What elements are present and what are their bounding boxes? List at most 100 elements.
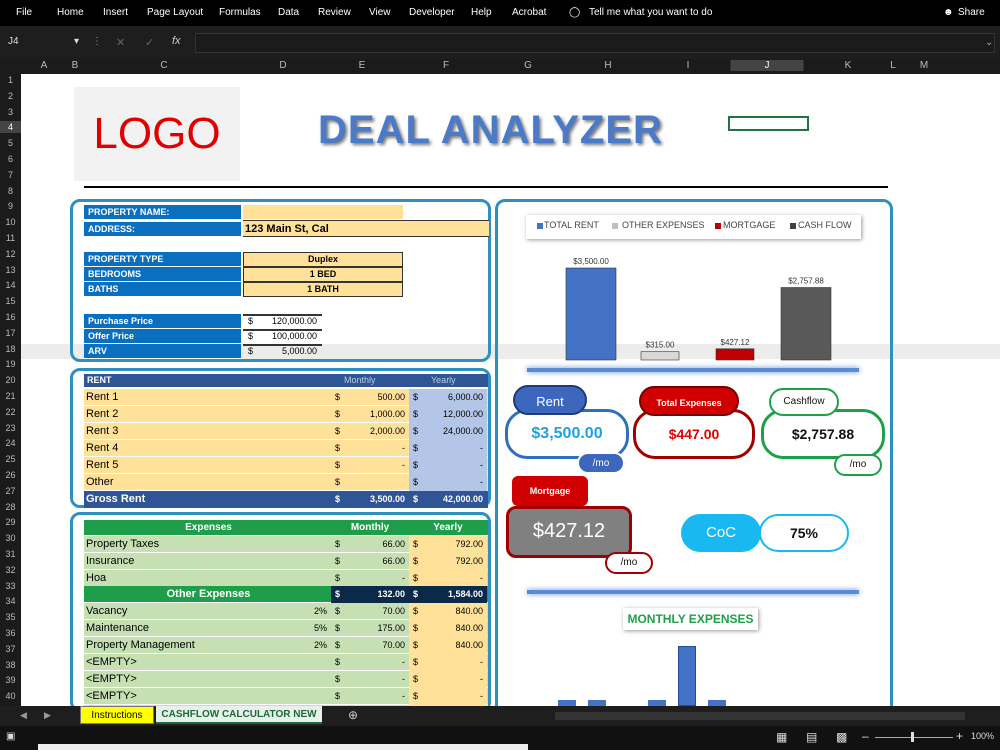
rent-row-label[interactable]: Rent 5 <box>84 457 331 474</box>
row-header[interactable]: 3 <box>0 106 21 118</box>
rent-row-label[interactable]: Rent 2 <box>84 406 331 423</box>
function-icon[interactable]: fx <box>172 35 181 47</box>
row-header[interactable]: 25 <box>0 453 21 465</box>
col-header[interactable]: A <box>41 60 48 71</box>
row-header[interactable]: 7 <box>0 169 21 181</box>
row-header[interactable]: 31 <box>0 548 21 560</box>
baths-input[interactable]: 1 BATH <box>243 282 403 297</box>
row-header[interactable]: 5 <box>0 137 21 149</box>
share-button[interactable]: Share <box>958 7 985 18</box>
row-header[interactable]: 33 <box>0 580 21 592</box>
menu-review[interactable]: Review <box>318 7 351 18</box>
expense-percent[interactable]: 2% <box>244 603 331 620</box>
expense-label[interactable]: Property Taxes <box>84 536 244 553</box>
menu-file[interactable]: File <box>16 7 32 18</box>
row-header[interactable]: 17 <box>0 327 21 339</box>
normal-view-icon[interactable]: ▦ <box>776 730 787 744</box>
expense-label[interactable]: Hoa <box>84 570 244 587</box>
row-header[interactable]: 15 <box>0 295 21 307</box>
expense-label[interactable]: <EMPTY> <box>84 654 244 671</box>
col-header[interactable]: F <box>443 60 449 71</box>
col-header[interactable]: E <box>359 60 366 71</box>
row-header[interactable]: 19 <box>0 358 21 370</box>
col-header[interactable]: M <box>920 60 928 71</box>
col-header[interactable]: L <box>890 60 896 71</box>
row-header[interactable]: 30 <box>0 532 21 544</box>
col-header[interactable]: G <box>524 60 532 71</box>
rent-monthly-cell[interactable]: $2,000.00 <box>331 423 409 440</box>
offer-price-input[interactable]: $100,000.00 <box>243 329 322 341</box>
row-header[interactable]: 16 <box>0 311 21 323</box>
horizontal-scrollbar[interactable] <box>555 712 965 720</box>
row-header[interactable]: 10 <box>0 216 21 228</box>
zoom-slider[interactable] <box>875 737 953 738</box>
page-layout-view-icon[interactable]: ▤ <box>806 730 817 744</box>
chevron-down-icon[interactable]: ▾ <box>74 36 79 47</box>
rent-row-label[interactable]: Rent 1 <box>84 389 331 406</box>
expense-label[interactable]: Maintenance <box>84 620 244 637</box>
row-header[interactable]: 2 <box>0 90 21 102</box>
col-header[interactable]: H <box>604 60 611 71</box>
rent-row-label[interactable]: Other <box>84 474 331 491</box>
menu-data[interactable]: Data <box>278 7 299 18</box>
row-header[interactable]: 23 <box>0 422 21 434</box>
row-header[interactable]: 21 <box>0 390 21 402</box>
row-header[interactable]: 24 <box>0 437 21 449</box>
rent-monthly-cell[interactable]: $ - <box>331 440 409 457</box>
row-header[interactable]: 6 <box>0 153 21 165</box>
address-input[interactable]: 123 Main St, Cal <box>243 220 489 237</box>
col-header[interactable]: B <box>72 60 79 71</box>
expense-label[interactable]: <EMPTY> <box>84 688 244 705</box>
expand-formula-icon[interactable]: ⌄ <box>985 37 993 48</box>
bedrooms-input[interactable]: 1 BED <box>243 267 403 282</box>
scroll-right-icon[interactable]: ▶ <box>44 710 51 721</box>
expense-label[interactable]: Property Management <box>84 637 244 654</box>
spreadsheet-grid[interactable]: LOGO DEAL ANALYZER PROPERTY NAME: ADDRES… <box>21 74 1000 706</box>
row-header[interactable]: 37 <box>0 643 21 655</box>
property-type-input[interactable]: Duplex <box>243 252 403 267</box>
menu-view[interactable]: View <box>369 7 391 18</box>
page-break-view-icon[interactable]: ▩ <box>836 730 847 744</box>
col-header-selected[interactable]: J <box>730 60 804 71</box>
tell-me-search[interactable]: Tell me what you want to do <box>589 7 712 18</box>
property-name-input[interactable] <box>243 205 403 219</box>
name-box[interactable]: J4 ▾ <box>4 34 84 51</box>
arv-input[interactable]: $5,000.00 <box>243 344 322 356</box>
menu-developer[interactable]: Developer <box>409 7 455 18</box>
row-header[interactable]: 1 <box>0 74 21 86</box>
row-header[interactable]: 8 <box>0 185 21 197</box>
add-sheet-icon[interactable]: ⊕ <box>348 708 358 722</box>
purchase-price-input[interactable]: $120,000.00 <box>243 314 322 326</box>
menu-home[interactable]: Home <box>57 7 84 18</box>
col-header[interactable]: C <box>160 60 167 71</box>
menu-insert[interactable]: Insert <box>103 7 128 18</box>
macro-record-icon[interactable]: ▣ <box>6 731 15 742</box>
row-header[interactable]: 4 <box>0 121 21 134</box>
row-header[interactable]: 26 <box>0 469 21 481</box>
row-header[interactable]: 32 <box>0 564 21 576</box>
expense-percent[interactable]: 2% <box>244 637 331 654</box>
expense-percent[interactable]: 5% <box>244 620 331 637</box>
menu-formulas[interactable]: Formulas <box>219 7 261 18</box>
row-header[interactable]: 20 <box>0 374 21 386</box>
row-header[interactable]: 22 <box>0 406 21 418</box>
enter-icon[interactable]: ✓ <box>145 36 154 49</box>
row-header[interactable]: 11 <box>0 232 21 244</box>
expense-label[interactable]: Vacancy <box>84 603 244 620</box>
expense-label[interactable]: Insurance <box>84 553 244 570</box>
selected-cell-j4[interactable] <box>728 116 809 131</box>
rent-monthly-cell[interactable]: $500.00 <box>331 389 409 406</box>
cancel-icon[interactable]: ✕ <box>116 36 125 49</box>
col-header[interactable]: I <box>687 60 690 71</box>
row-header[interactable]: 27 <box>0 485 21 497</box>
formula-input[interactable] <box>195 33 995 53</box>
row-header[interactable]: 9 <box>0 200 21 212</box>
rent-row-label[interactable]: Rent 3 <box>84 423 331 440</box>
rent-monthly-cell[interactable]: $ - <box>331 457 409 474</box>
zoom-in-icon[interactable]: + <box>956 729 963 743</box>
more-icon[interactable]: ⋮ <box>92 36 102 47</box>
row-header[interactable]: 38 <box>0 659 21 671</box>
row-header[interactable]: 14 <box>0 279 21 291</box>
rent-monthly-cell[interactable]: $ <box>331 474 409 491</box>
rent-row-label[interactable]: Rent 4 <box>84 440 331 457</box>
